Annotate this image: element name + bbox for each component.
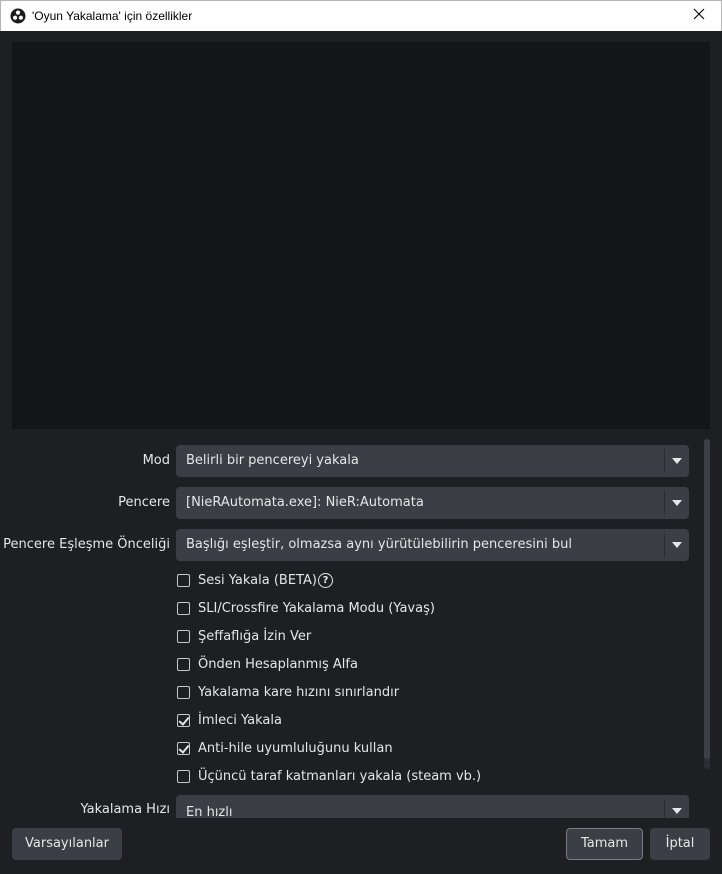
scrollbar-thumb[interactable]: [704, 439, 710, 759]
checkbox-label: SLI/Crossfire Yakalama Modu (Yavaş): [198, 600, 435, 616]
checkbox-anti-cheat[interactable]: Anti-hile uyumluluğunu kullan: [177, 738, 393, 758]
dropdown-separator: [664, 799, 665, 818]
match-priority-value: Başlığı eşleştir, olmazsa aynı yürütüleb…: [186, 537, 572, 552]
defaults-button[interactable]: Varsayılanlar: [12, 828, 122, 860]
checkbox-label: Şeffaflığa İzin Ver: [198, 628, 312, 644]
close-button[interactable]: [677, 1, 721, 31]
window-label: Pencere: [118, 495, 170, 510]
checkbox-box[interactable]: [177, 601, 190, 615]
window-dropdown[interactable]: [NieRAutomata.exe]: NieR:Automata: [176, 487, 689, 519]
properties-panel: Mod Belirli bir pencereyi yakala Pencere…: [0, 435, 722, 818]
checkbox-label: Önden Hesaplanmış Alfa: [198, 656, 358, 672]
properties-scrollbar[interactable]: [704, 439, 710, 769]
mode-label: Mod: [142, 453, 170, 468]
chevron-down-icon: [672, 808, 682, 814]
checkbox-box[interactable]: [177, 769, 190, 783]
chevron-down-icon: [672, 500, 682, 506]
checkbox-third-party-overlays[interactable]: Üçüncü taraf katmanları yakala (steam vb…: [177, 766, 481, 786]
checkbox-box[interactable]: [177, 741, 190, 755]
checkbox-label: Üçüncü taraf katmanları yakala (steam vb…: [198, 768, 482, 784]
window-title: 'Oyun Yakalama' için özellikler: [32, 9, 193, 23]
ok-button[interactable]: Tamam: [566, 828, 643, 860]
checkbox-label: Yakalama kare hızını sınırlandır: [198, 684, 400, 700]
checkbox-box[interactable]: [177, 573, 190, 587]
mode-value: Belirli bir pencereyi yakala: [186, 453, 359, 468]
dialog-footer: Varsayılanlar Tamam İptal: [0, 818, 722, 874]
mode-dropdown[interactable]: Belirli bir pencereyi yakala: [176, 445, 689, 477]
help-icon[interactable]: ?: [317, 572, 333, 588]
dialog-body: Mod Belirli bir pencereyi yakala Pencere…: [0, 31, 722, 874]
checkbox-limit-framerate[interactable]: Yakalama kare hızını sınırlandır: [177, 682, 399, 702]
dropdown-separator: [664, 491, 665, 515]
checkbox-capture-audio[interactable]: Sesi Yakala (BETA) ?: [177, 570, 333, 590]
checkbox-label: Sesi Yakala (BETA): [198, 572, 317, 588]
close-icon: [693, 8, 705, 24]
checkbox-label: İmleci Yakala: [198, 712, 282, 728]
checkbox-capture-cursor[interactable]: İmleci Yakala: [177, 710, 282, 730]
capture-rate-value: En hızlı: [186, 805, 233, 818]
checkbox-sli-crossfire[interactable]: SLI/Crossfire Yakalama Modu (Yavaş): [177, 598, 435, 618]
checkbox-premultiplied-alpha[interactable]: Önden Hesaplanmış Alfa: [177, 654, 358, 674]
checkbox-box[interactable]: [177, 713, 190, 727]
checkbox-box[interactable]: [177, 685, 190, 699]
obs-logo-icon: [10, 8, 26, 24]
checkbox-box[interactable]: [177, 629, 190, 643]
checkbox-allow-transparency[interactable]: Şeffaflığa İzin Ver: [177, 626, 311, 646]
capture-rate-label: Yakalama Hızı: [80, 802, 170, 817]
window-value: [NieRAutomata.exe]: NieR:Automata: [186, 495, 424, 510]
checkbox-label: Anti-hile uyumluluğunu kullan: [198, 740, 393, 756]
source-preview: [12, 42, 710, 429]
match-priority-dropdown[interactable]: Başlığı eşleştir, olmazsa aynı yürütüleb…: [176, 529, 689, 561]
capture-rate-dropdown[interactable]: En hızlı: [176, 795, 689, 818]
dropdown-separator: [664, 533, 665, 557]
cancel-button[interactable]: İptal: [650, 828, 710, 860]
match-priority-label: Pencere Eşleşme Önceliği: [3, 537, 170, 552]
checkbox-box[interactable]: [177, 657, 190, 671]
dropdown-separator: [664, 449, 665, 473]
title-bar: 'Oyun Yakalama' için özellikler: [0, 0, 722, 31]
chevron-down-icon: [672, 542, 682, 548]
chevron-down-icon: [672, 458, 682, 464]
